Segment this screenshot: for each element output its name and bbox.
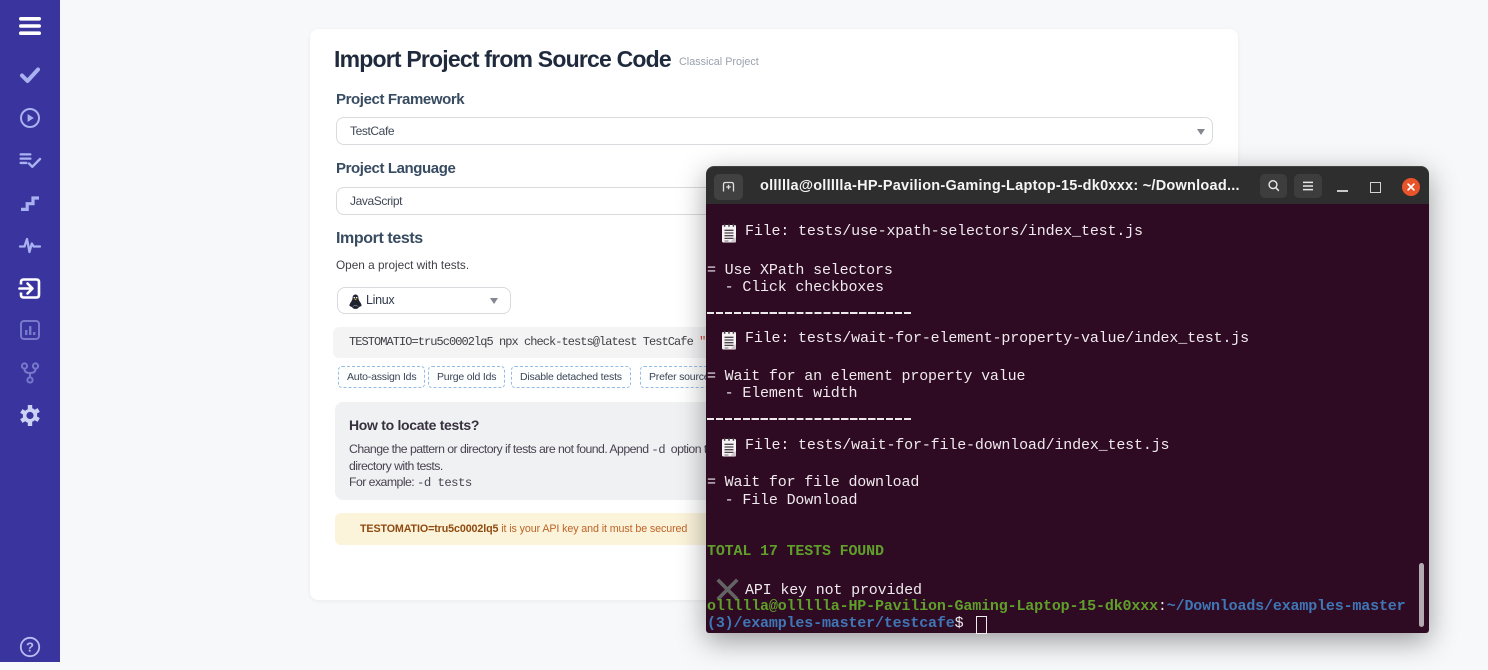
- svg-text:?: ?: [26, 640, 34, 655]
